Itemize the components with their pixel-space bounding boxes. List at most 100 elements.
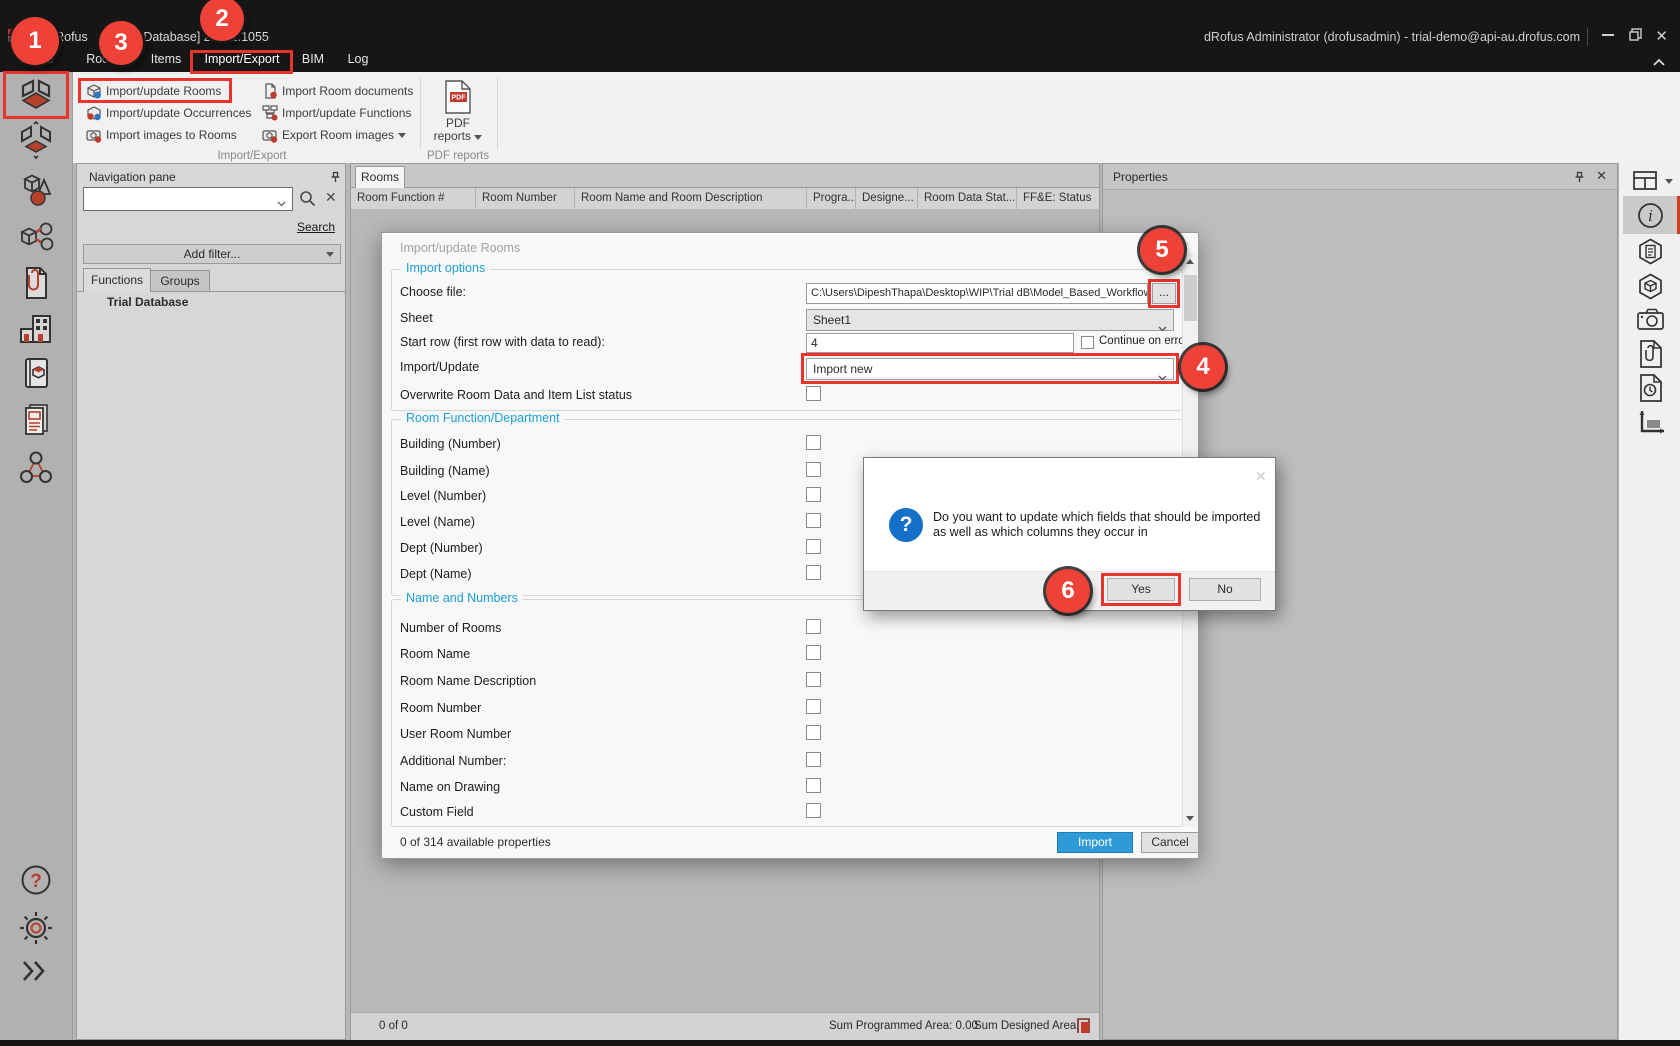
group-label: Import options [401, 261, 490, 275]
search-input[interactable] [83, 187, 293, 211]
dialog-title: Import/update Rooms [400, 241, 520, 255]
buildings-icon[interactable] [16, 308, 56, 351]
field-checkbox[interactable] [806, 565, 821, 580]
import-button[interactable]: Import [1057, 832, 1133, 853]
search-link[interactable]: Search [297, 220, 335, 234]
room-templates-icon[interactable] [16, 120, 56, 163]
field-checkbox[interactable] [806, 619, 821, 634]
app-window: us [dRofus Database] 2.11.1.1055 dRofus … [0, 0, 1680, 1046]
column-header[interactable]: Room Number [476, 188, 575, 209]
model-hexagon-icon[interactable] [1637, 273, 1664, 303]
search-icon[interactable] [299, 190, 316, 210]
reports-icon[interactable] [16, 400, 56, 443]
camera-icon[interactable] [1637, 307, 1665, 334]
field-checkbox[interactable] [806, 487, 821, 502]
attachments-icon[interactable] [16, 263, 56, 306]
choose-file-input[interactable]: C:\Users\DipeshThapa\Desktop\WIP\Trial d… [806, 283, 1148, 304]
clear-search-icon[interactable]: ✕ [325, 189, 337, 206]
history-document-icon[interactable] [1639, 374, 1663, 405]
settings-gear-icon[interactable] [16, 908, 56, 951]
expand-sidebar-icon[interactable] [18, 956, 50, 989]
import-images-to-rooms-button[interactable]: Import images to Rooms [86, 125, 237, 145]
field-checkbox[interactable] [806, 699, 821, 714]
product-catalog-icon[interactable] [16, 353, 56, 396]
dropdown-caret-icon [398, 133, 406, 138]
choose-file-label: Choose file: [400, 285, 466, 299]
scrollbar-thumb[interactable] [1184, 275, 1197, 321]
field-checkbox[interactable] [806, 672, 821, 687]
document-hexagon-icon[interactable] [1637, 238, 1664, 268]
items-icon[interactable] [16, 170, 56, 213]
column-header[interactable]: Room Name and Room Description [575, 188, 807, 209]
msgbox-close-icon[interactable]: ✕ [1255, 468, 1267, 485]
start-row-input[interactable]: 4 [806, 333, 1074, 353]
field-checkbox[interactable] [806, 752, 821, 767]
caret-down-icon[interactable] [1665, 179, 1673, 184]
no-button[interactable]: No [1189, 578, 1261, 601]
field-checkbox[interactable] [806, 725, 821, 740]
pin-icon[interactable] [1573, 171, 1585, 186]
start-row-label: Start row (first row with data to read): [400, 335, 605, 349]
tab-log[interactable]: Log [343, 48, 373, 70]
minimize-button[interactable] [1602, 34, 1614, 36]
tab-groups[interactable]: Groups [150, 270, 210, 292]
highlight-box-import-update-rooms [78, 78, 232, 103]
field-checkbox[interactable] [806, 462, 821, 477]
column-header[interactable]: Room Function # [351, 188, 476, 209]
tab-items[interactable]: Items [147, 48, 185, 70]
field-checkbox[interactable] [806, 778, 821, 793]
highlight-box-import-export-tab [190, 50, 293, 74]
ribbon-group-pdf-reports: PDF reports [414, 150, 502, 162]
collapse-ribbon-icon[interactable] [1652, 56, 1666, 70]
field-row-label: Dept (Name) [400, 567, 790, 581]
field-row-label: Room Name Description [400, 674, 790, 688]
add-filter-button[interactable]: Add filter... [83, 244, 341, 264]
import-room-documents-button[interactable]: Import Room documents [262, 81, 413, 101]
scroll-down-icon[interactable] [1186, 816, 1194, 821]
field-checkbox[interactable] [806, 645, 821, 660]
area-measure-icon[interactable] [1637, 409, 1667, 440]
column-header[interactable]: Progra... [807, 188, 856, 209]
chevron-down-icon[interactable] [277, 196, 286, 210]
ribbon: Import/update Rooms Import/update Occurr… [0, 72, 1680, 164]
field-checkbox[interactable] [806, 539, 821, 554]
field-checkbox[interactable] [806, 513, 821, 528]
dropdown-caret-icon [474, 135, 482, 140]
sheet-dropdown[interactable]: Sheet1 [806, 309, 1174, 331]
info-icon[interactable]: i [1637, 202, 1664, 232]
import-update-functions-button[interactable]: Import/update Functions [262, 103, 411, 123]
cancel-button[interactable]: Cancel [1141, 832, 1199, 853]
field-checkbox[interactable] [806, 803, 821, 818]
overwrite-checkbox[interactable] [806, 386, 821, 401]
tab-bim[interactable]: BIM [297, 48, 329, 70]
column-header[interactable]: Room Data Stat... [918, 188, 1017, 209]
column-header[interactable]: FF&E: Status [1017, 188, 1099, 209]
ribbon-separator [420, 78, 421, 150]
tree-root-trial-database[interactable]: Trial Database [107, 295, 188, 309]
functions-tree-icon [262, 105, 278, 121]
tab-functions[interactable]: Functions [83, 268, 151, 292]
pin-icon[interactable] [329, 171, 341, 186]
highlight-box-import-update [801, 353, 1179, 384]
field-row-label: Name on Drawing [400, 780, 790, 794]
document-import-icon [262, 83, 278, 99]
question-icon: ? [889, 508, 923, 542]
continue-on-errors-checkbox[interactable] [1081, 336, 1094, 349]
item-occurrences-icon[interactable] [16, 217, 56, 260]
column-header[interactable]: Designe... [856, 188, 918, 209]
scroll-up-icon[interactable] [1186, 259, 1194, 264]
relations-icon[interactable] [16, 448, 56, 491]
svg-text:PDF: PDF [452, 95, 467, 102]
field-row-label: Custom Field [400, 805, 790, 819]
help-icon[interactable]: ? [16, 860, 56, 903]
import-update-occurrences-button[interactable]: Import/update Occurrences [86, 103, 251, 123]
close-button[interactable]: ✕ [1655, 27, 1668, 45]
properties-header: Properties ✕ [1103, 164, 1617, 190]
restore-button[interactable] [1629, 28, 1642, 44]
layout-panel-icon[interactable] [1633, 171, 1659, 196]
export-room-images-button[interactable]: Export Room images [262, 125, 406, 145]
close-panel-icon[interactable]: ✕ [1596, 168, 1607, 184]
attachment-document-icon[interactable] [1639, 340, 1663, 371]
tab-rooms-view[interactable]: Rooms [355, 166, 405, 188]
field-checkbox[interactable] [806, 435, 821, 450]
